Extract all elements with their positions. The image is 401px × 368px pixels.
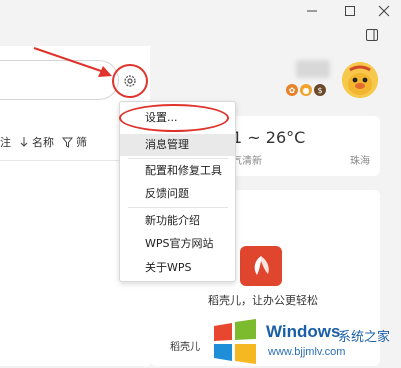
sidebar-toggle-button[interactable]: [362, 26, 382, 44]
filter-button[interactable]: 筛: [62, 134, 87, 150]
menu-item-feedback[interactable]: 反馈问题: [120, 183, 235, 205]
search-input[interactable]: [0, 60, 119, 100]
menu-item-official-site[interactable]: WPS官方网站: [120, 233, 235, 255]
maximize-icon: [345, 6, 355, 16]
watermark-brand: Windows: [266, 322, 341, 341]
gear-icon: [124, 75, 136, 87]
menu-separator: [128, 207, 228, 208]
annotation-oval: [119, 104, 229, 132]
maximize-button[interactable]: [340, 2, 360, 20]
badge-icon[interactable]: ✿: [286, 84, 298, 96]
windows-logo-icon: [214, 319, 256, 364]
menu-item-about[interactable]: 关于WPS: [120, 257, 235, 279]
minimize-button[interactable]: [302, 2, 322, 20]
sort-arrow-icon: [20, 137, 28, 147]
sort-label: 名称: [32, 136, 54, 149]
close-icon: [378, 5, 390, 17]
sort-by-name-button[interactable]: 名称: [19, 134, 54, 150]
docer-logo[interactable]: [240, 246, 282, 286]
watermark-url: www.bjjmlv.com: [268, 346, 346, 358]
avatar[interactable]: [342, 62, 378, 98]
badge-icon[interactable]: ●: [300, 84, 312, 96]
badge-icon[interactable]: $: [314, 84, 326, 96]
weather-city[interactable]: 珠海: [350, 152, 370, 167]
weather-temp: 1 ~ 26°C: [232, 128, 306, 147]
docer-leaf-icon: [254, 256, 269, 275]
toolbar-item-partial[interactable]: 注: [0, 134, 11, 150]
minimize-icon: [307, 10, 317, 12]
menu-item-new-features[interactable]: 新功能介绍: [120, 210, 235, 232]
menu-item-message-management[interactable]: 消息管理: [120, 134, 235, 156]
watermark-sub: 系统之家: [338, 330, 391, 345]
toolbar-item-label: 注: [0, 136, 11, 149]
duck-avatar-icon: [342, 62, 378, 98]
promo-slogan: 稻壳儿，让办公更轻松: [208, 294, 318, 307]
title-bar: [0, 0, 401, 24]
sidebar-toggle-icon: [366, 29, 378, 41]
filter-icon: [62, 137, 73, 148]
filter-label: 筛: [76, 136, 87, 149]
menu-separator: [128, 158, 228, 159]
menu-item-repair-tool[interactable]: 配置和修复工具: [120, 160, 235, 182]
promo-footer-label[interactable]: 稻壳儿: [170, 338, 200, 353]
member-badges: ✿ ● $: [286, 84, 326, 96]
weather-desc: 气清新: [232, 156, 262, 167]
close-button[interactable]: [374, 2, 394, 20]
file-toolbar: 注 名称 筛: [0, 132, 87, 152]
settings-gear-button[interactable]: [112, 64, 148, 98]
username-blurred[interactable]: [296, 60, 330, 78]
